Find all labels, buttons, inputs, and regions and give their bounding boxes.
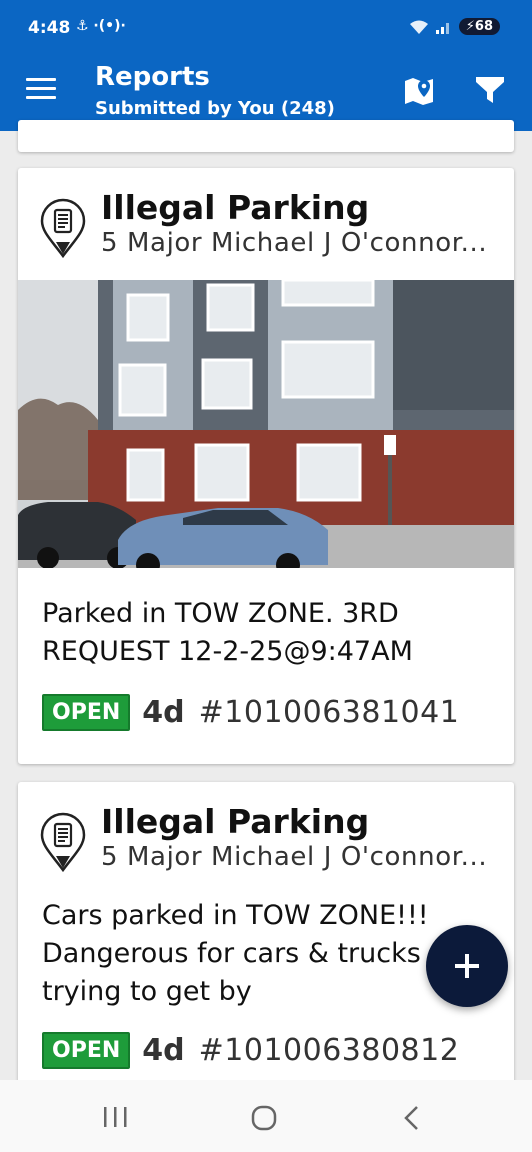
report-address: 5 Major Michael J O'connor... xyxy=(101,842,488,872)
menu-button[interactable] xyxy=(26,78,56,102)
ticket-number: #101006380812 xyxy=(198,1033,460,1068)
recents-button[interactable] xyxy=(100,1104,130,1134)
plus-icon xyxy=(455,954,479,978)
add-report-button[interactable] xyxy=(426,925,508,1007)
ticket-number: #101006381041 xyxy=(198,695,460,730)
report-address: 5 Major Michael J O'connor... xyxy=(101,228,488,258)
status-bar: 4:48 ⚓ ·(•)· ⚡68 xyxy=(0,0,532,60)
status-badge: OPEN xyxy=(42,1032,131,1069)
report-card-header: Illegal Parking 5 Major Michael J O'conn… xyxy=(18,782,514,894)
report-card[interactable]: Illegal Parking 5 Major Michael J O'conn… xyxy=(18,168,514,764)
notification-icons: ⚓ ·(•)· xyxy=(76,18,126,34)
map-view-button[interactable] xyxy=(402,74,436,108)
wifi-icon xyxy=(409,20,428,34)
status-time: 4:48 xyxy=(28,18,71,38)
report-meta: OPEN 4d #101006380812 xyxy=(42,1032,459,1069)
report-location-pin-icon xyxy=(40,198,86,258)
home-button[interactable] xyxy=(250,1104,278,1136)
battery-indicator: ⚡68 xyxy=(458,18,500,35)
battery-level: 68 xyxy=(474,19,493,34)
report-description: Parked in TOW ZONE. 3RD REQUEST 12-2-25@… xyxy=(42,598,413,667)
report-card-previous[interactable] xyxy=(18,120,514,152)
home-icon xyxy=(251,1105,277,1131)
report-card-header: Illegal Parking 5 Major Michael J O'conn… xyxy=(18,168,514,280)
filter-icon xyxy=(476,77,504,103)
report-meta: OPEN 4d #101006381041 xyxy=(42,694,459,731)
map-pin-icon xyxy=(405,78,433,105)
report-age: 4d xyxy=(142,1033,185,1068)
report-photo[interactable] xyxy=(18,280,514,568)
filter-button[interactable] xyxy=(474,74,506,106)
signal-icon xyxy=(435,22,449,34)
report-description: Cars parked in TOW ZONE!!! Dangerous for… xyxy=(42,900,429,1007)
page-title: Reports xyxy=(95,62,210,92)
status-badge: OPEN xyxy=(42,694,131,731)
back-icon xyxy=(404,1106,418,1130)
page-subtitle: Submitted by You (248) xyxy=(95,98,335,119)
back-button[interactable] xyxy=(400,1104,424,1136)
recents-icon xyxy=(104,1107,127,1127)
hamburger-icon xyxy=(26,78,56,81)
status-right-icons: ⚡68 xyxy=(409,18,500,35)
report-age: 4d xyxy=(142,695,185,730)
report-title: Illegal Parking xyxy=(101,802,370,841)
report-location-pin-icon xyxy=(40,812,86,872)
report-title: Illegal Parking xyxy=(101,188,370,227)
system-nav-bar xyxy=(0,1080,532,1152)
top-app-bar: 4:48 ⚓ ·(•)· ⚡68 Reports Submitted by Yo… xyxy=(0,0,532,131)
